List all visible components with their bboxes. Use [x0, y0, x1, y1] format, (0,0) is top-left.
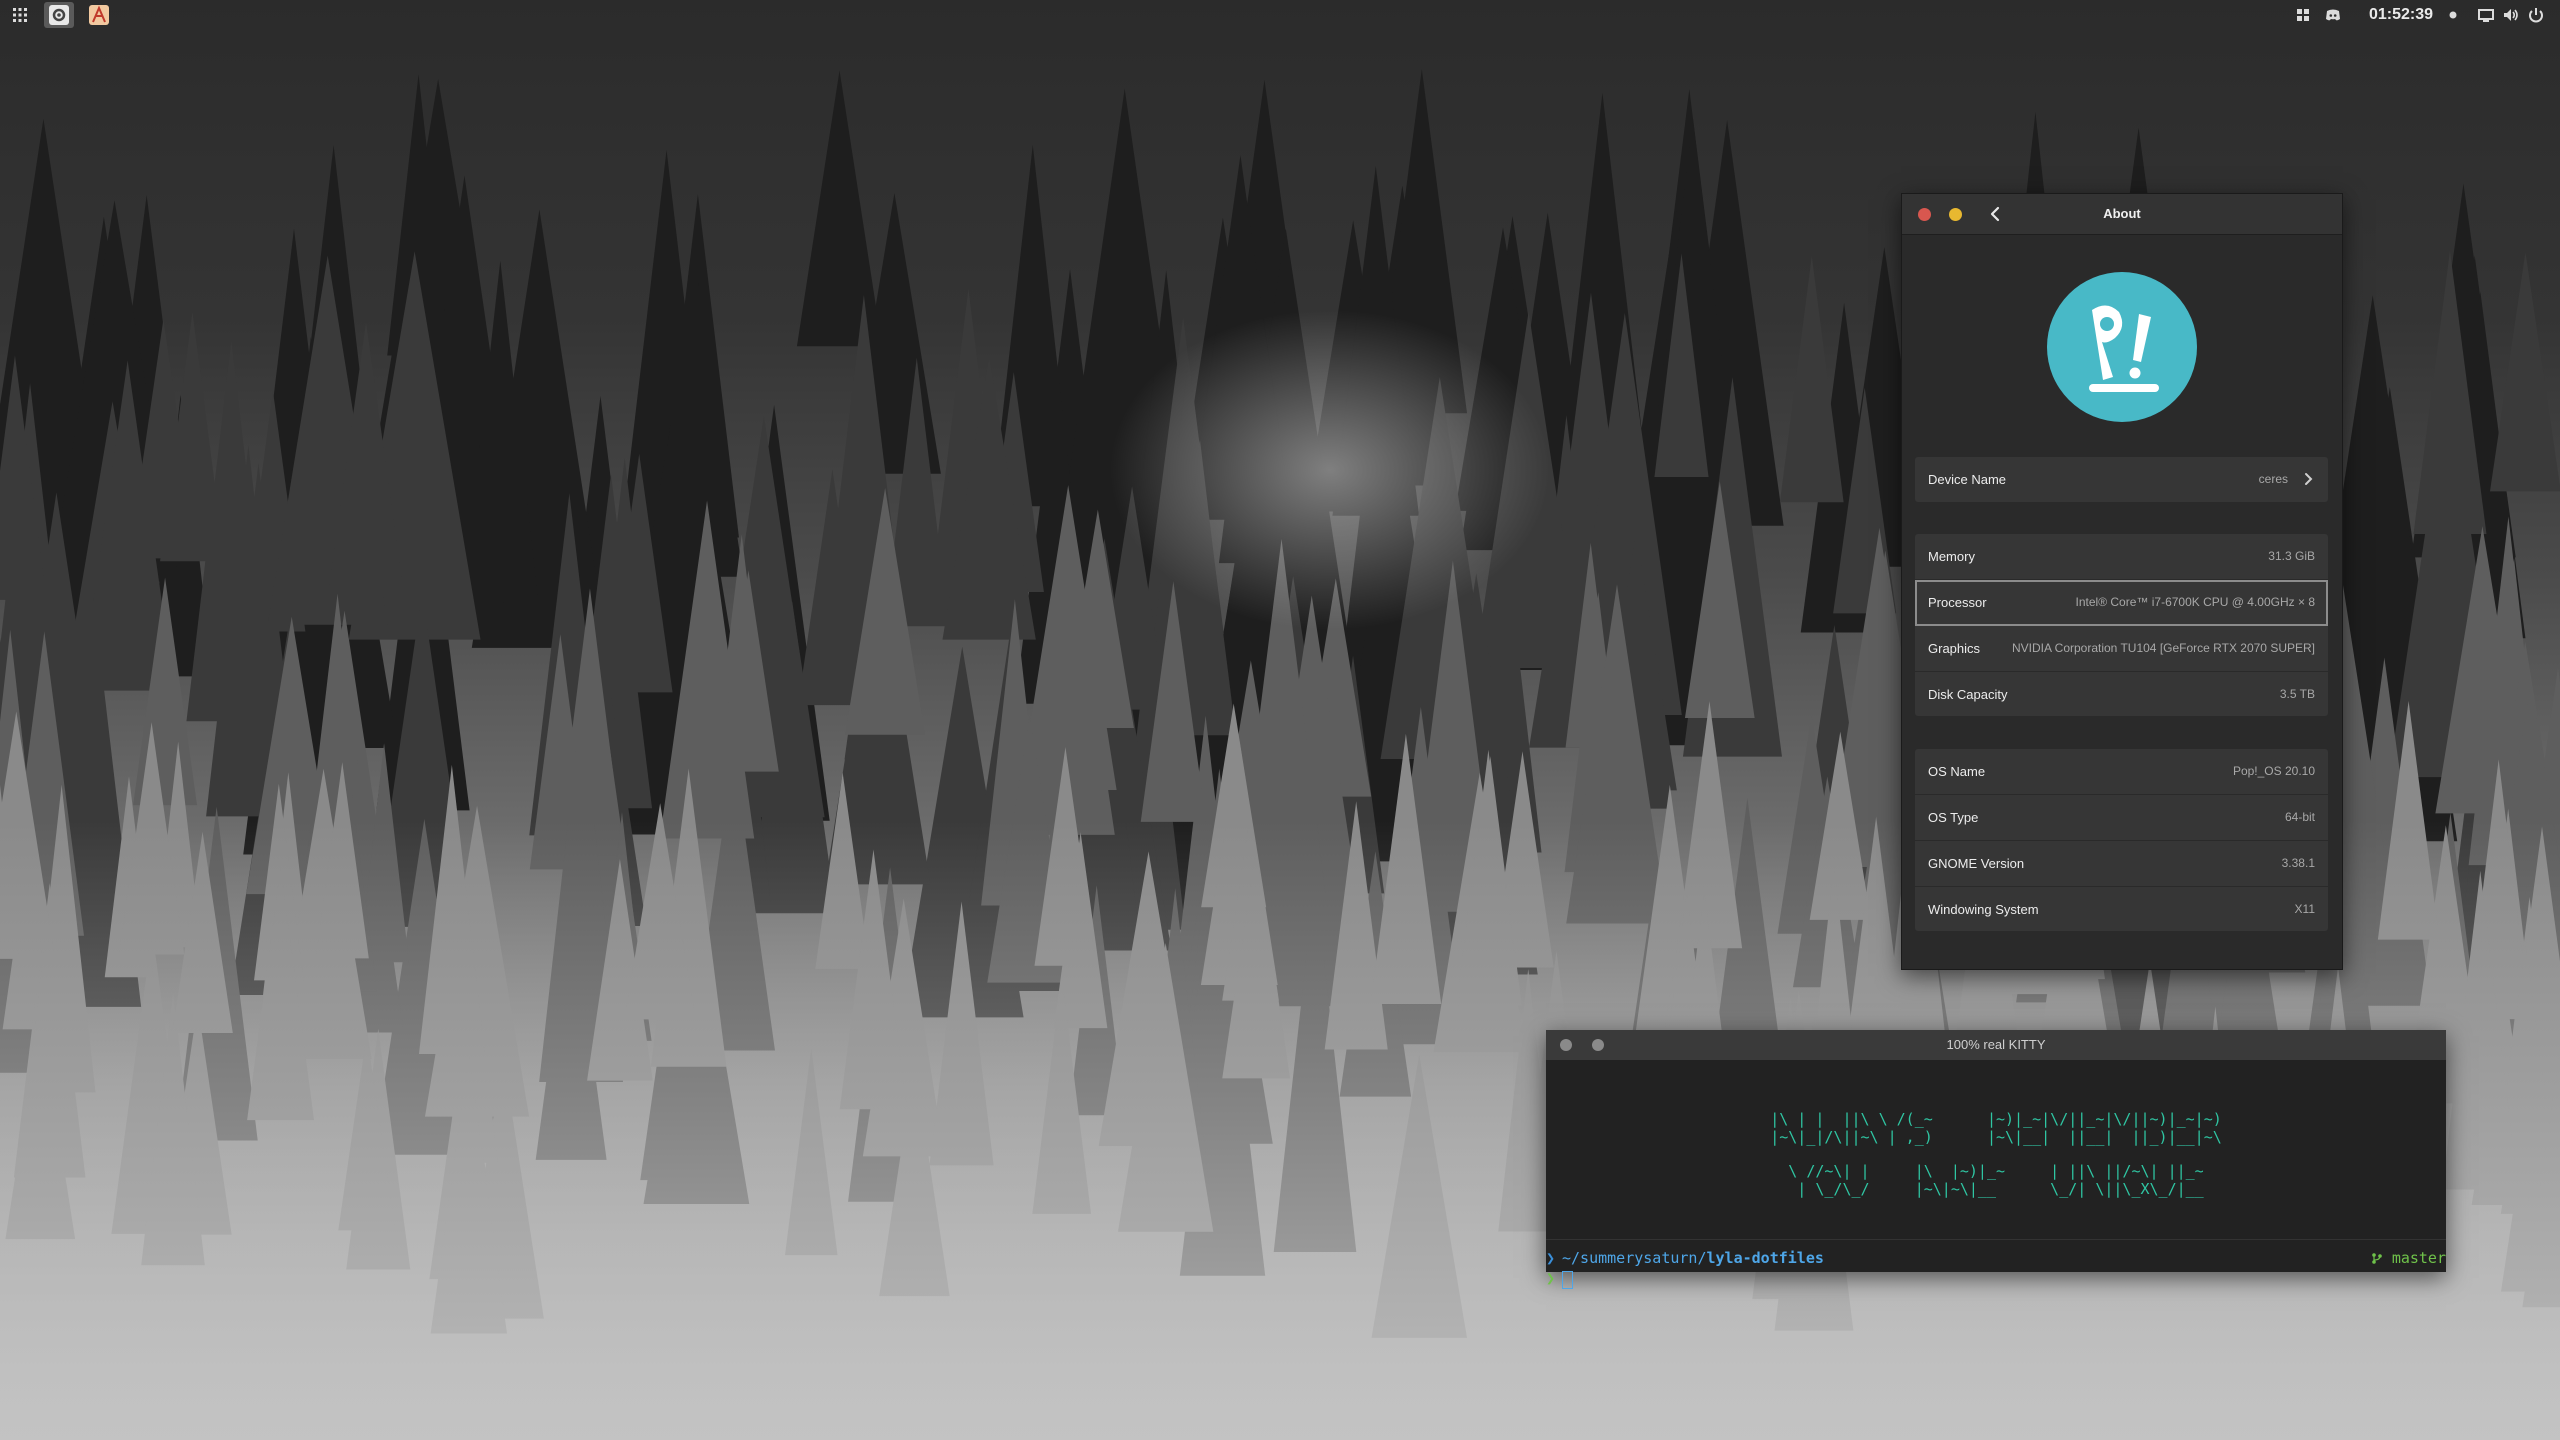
prompt-arrow-icon: ❯ — [1546, 1269, 1556, 1287]
banner-line: | \_/\_/ |~\|~\|__ \_/| \||\_X\_/|__ — [1788, 1180, 2204, 1198]
row-label: Processor — [1928, 595, 1987, 610]
prompt-path-base: ~/summerysaturn/ — [1562, 1249, 1707, 1267]
row-label: OS Type — [1928, 810, 1979, 825]
notification-dot-icon[interactable] — [2444, 6, 2462, 24]
row-value: 3.38.1 — [2281, 856, 2315, 870]
memory-row[interactable]: Memory 31.3 GiB — [1915, 534, 2328, 580]
close-button[interactable] — [1918, 208, 1931, 221]
row-value: X11 — [2294, 902, 2315, 916]
processor-row[interactable]: Processor Intel® Core™ i7-6700K CPU @ 4.… — [1915, 580, 2328, 626]
os-info-card: OS Name Pop!_OS 20.10 OS Type 64-bit GNO… — [1915, 749, 2328, 931]
banner-line: \ //~\| | |\ |~)|_~ | ||\ ||/~\| ||_~ — [1788, 1162, 2204, 1180]
terminal-window[interactable]: 100% real KITTY |\ | | ||\ \ /(_~ |~)|_~… — [1546, 1030, 2446, 1289]
git-branch-icon — [2371, 1253, 2382, 1264]
row-value: NVIDIA Corporation TU104 [GeForce RTX 20… — [2011, 641, 2315, 655]
volume-icon[interactable] — [2502, 6, 2520, 24]
windowing-system-row[interactable]: Windowing System X11 — [1915, 887, 2328, 932]
terminal-divider — [1546, 1239, 2446, 1240]
top-panel: 01:52:39 — [0, 0, 2560, 30]
prompt-dir: lyla-dotfiles — [1706, 1249, 1824, 1267]
row-label: Graphics — [1928, 641, 1981, 656]
row-label: Disk Capacity — [1928, 687, 2008, 702]
banner-gap — [1546, 1146, 2446, 1162]
row-label: GNOME Version — [1928, 856, 2025, 871]
graphics-row[interactable]: Graphics NVIDIA Corporation TU104 [GeFor… — [1915, 626, 2328, 672]
chevron-right-icon — [2305, 473, 2313, 485]
minimize-button[interactable] — [1592, 1039, 1604, 1051]
row-value: 31.3 GiB — [2268, 549, 2315, 563]
row-value: ceres — [2258, 472, 2288, 486]
os-type-row[interactable]: OS Type 64-bit — [1915, 795, 2328, 841]
about-header-bar: About — [1902, 194, 2342, 235]
row-label: Device Name — [1928, 472, 2007, 487]
tree-silhouette — [796, 70, 883, 347]
ascii-banner: |\ | | ||\ \ /(_~ |~)|_~|\/||_~|\/||~)|_… — [1546, 1110, 2446, 1198]
prompt-path: ~/summerysaturn/lyla-dotfiles — [1562, 1248, 1824, 1268]
row-label: Windowing System — [1928, 902, 2039, 917]
terminal-body[interactable]: |\ | | ||\ \ /(_~ |~)|_~|\/||_~|\/||~)|_… — [1546, 1060, 2446, 1289]
terminal-titlebar[interactable]: 100% real KITTY — [1546, 1030, 2446, 1060]
disk-capacity-row[interactable]: Disk Capacity 3.5 TB — [1915, 672, 2328, 717]
settings-app-icon[interactable] — [44, 2, 74, 28]
desktop: 01:52:39 About Device Name ceres Memory … — [0, 0, 2560, 1440]
row-value: 3.5 TB — [2279, 687, 2315, 701]
row-label: Memory — [1928, 549, 1975, 564]
back-button[interactable] — [1984, 202, 2008, 226]
screen-icon[interactable] — [2477, 6, 2495, 24]
tree-silhouette — [2489, 252, 2560, 492]
close-button[interactable] — [1560, 1039, 1572, 1051]
pop-os-logo — [2047, 272, 2197, 422]
terminal-cursor — [1562, 1271, 1573, 1289]
prompt-arrow-icon: ❯ — [1546, 1249, 1556, 1267]
font-app-icon[interactable] — [84, 2, 114, 28]
row-label: OS Name — [1928, 764, 1986, 779]
workspaces-icon[interactable] — [2294, 6, 2312, 24]
hardware-info-card: Memory 31.3 GiB Processor Intel® Core™ i… — [1915, 534, 2328, 716]
row-value: Intel® Core™ i7-6700K CPU @ 4.00GHz × 8 — [2075, 595, 2315, 609]
gnome-version-row[interactable]: GNOME Version 3.38.1 — [1915, 841, 2328, 887]
window-title: About — [2103, 206, 2141, 221]
terminal-title: 100% real KITTY — [1946, 1037, 2046, 1052]
device-name-card: Device Name ceres — [1915, 457, 2328, 502]
os-name-row[interactable]: OS Name Pop!_OS 20.10 — [1915, 749, 2328, 795]
power-icon[interactable] — [2527, 6, 2545, 24]
banner-line: |\ | | ||\ \ /(_~ |~)|_~|\/||_~|\/||~)|_… — [1770, 1110, 2222, 1128]
banner-line: |~\|_|/\||~\ | ,_) |~\|__| ||__| ||_)|__… — [1770, 1128, 2222, 1146]
minimize-button[interactable] — [1949, 208, 1962, 221]
about-window: About Device Name ceres Memory 31.3 GiB … — [1901, 193, 2343, 970]
prompt-line: ❯ ~/summerysaturn/lyla-dotfiles master — [1546, 1248, 2446, 1268]
row-value: 64-bit — [2284, 810, 2315, 824]
row-value: Pop!_OS 20.10 — [2232, 764, 2315, 778]
device-name-row[interactable]: Device Name ceres — [1915, 457, 2328, 502]
discord-icon[interactable] — [2324, 6, 2342, 24]
git-status: master — [2371, 1248, 2446, 1268]
git-branch-name: master — [2391, 1249, 2446, 1267]
panel-clock[interactable]: 01:52:39 — [2362, 3, 2440, 27]
apps-grid-icon[interactable] — [6, 2, 34, 28]
